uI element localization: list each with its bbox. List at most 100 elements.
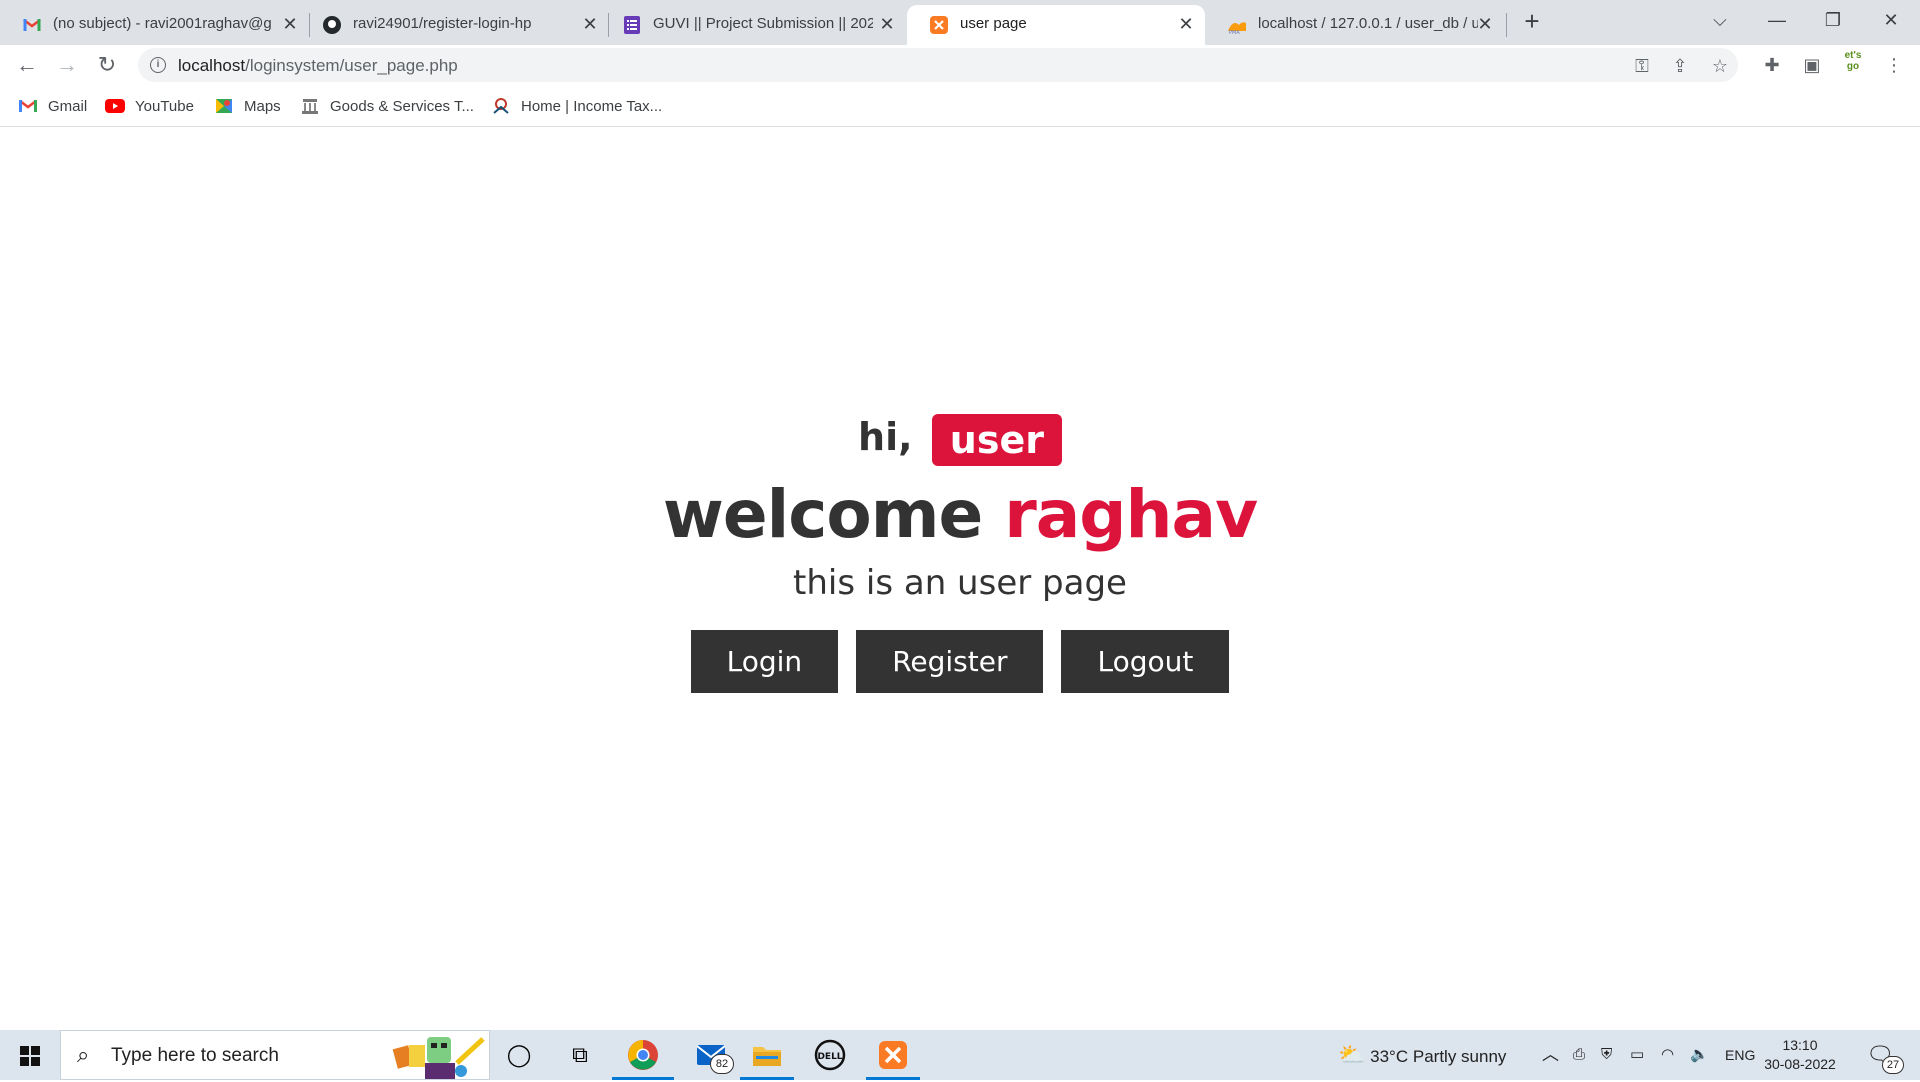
greeting-line: hi, user [0,408,1920,466]
action-buttons: Login Register Logout [0,630,1920,693]
tab-phpmyadmin[interactable]: PMA localhost / 127.0.0.1 / user_db / u … [1205,5,1505,45]
weather-condition: Partly sunny [1412,1047,1507,1066]
extensions-icon[interactable]: ✚ [1760,53,1784,77]
notification-badge: 27 [1882,1056,1904,1074]
svg-text:PMA: PMA [1229,30,1240,35]
share-icon[interactable]: ⇪ [1668,54,1692,78]
window-close-icon[interactable]: ✕ [1871,6,1911,34]
income-tax-icon [493,98,509,114]
cortana-icon[interactable]: ◯ [502,1038,536,1072]
profile-label: et's go [1844,50,1862,72]
address-bar[interactable]: i localhost/loginsystem/user_page.php ⚿ … [138,48,1738,82]
login-button[interactable]: Login [690,630,839,693]
username: raghav [1004,476,1258,553]
clock-date: 30-08-2022 [1764,1056,1836,1072]
key-icon[interactable]: ⚿ [1630,54,1654,78]
github-icon [323,16,341,34]
task-view-icon[interactable]: ⧉ [563,1038,597,1072]
taskbar-search[interactable]: ⌕ Type here to search [60,1030,490,1080]
back-icon[interactable]: ← [13,51,41,79]
tab-title: ravi24901/register-login-hp [353,15,532,32]
tab-search-icon[interactable]: ⌵ [1700,6,1740,34]
bookmark-label: Home | Income Tax... [521,97,663,115]
bookmark-label: Gmail [48,97,88,115]
bookmark-star-icon[interactable]: ☆ [1708,54,1732,78]
tab-gmail[interactable]: (no subject) - ravi2001raghav@g ✕ [0,5,300,45]
windows-start-icon[interactable] [12,1042,48,1070]
welcome-word: welcome [662,476,983,553]
youtube-icon [105,99,125,113]
forward-icon[interactable]: → [53,51,81,79]
bookmark-label: YouTube [135,97,194,115]
search-icon: ⌕ [77,1042,90,1067]
bookmark-label: Goods & Services T... [330,97,474,115]
reload-icon[interactable]: ↻ [93,51,121,79]
menu-icon[interactable]: ⋮ [1882,53,1906,77]
profile-avatar[interactable]: et's go [1838,50,1868,80]
file-explorer-icon[interactable] [750,1038,784,1072]
gmail-icon [23,19,41,31]
tab-user-page[interactable]: user page ✕ [907,5,1205,45]
welcome-container: hi, user welcome raghav this is an user … [0,408,1920,693]
security-icon[interactable]: ⛨ [1601,1030,1612,1080]
weather-widget[interactable]: ⛅ 33°C Partly sunny [1338,1030,1506,1080]
weather-temp: 33°C [1370,1047,1409,1066]
close-icon[interactable]: ✕ [877,14,897,34]
search-highlight-art-icon [392,1037,485,1079]
role-badge: user [931,413,1062,466]
web-page: hi, user welcome raghav this is an user … [0,128,1920,1030]
xampp-icon[interactable] [876,1038,910,1072]
show-hidden-icons-icon[interactable]: ︿ [1542,1030,1559,1080]
gst-icon [302,99,318,114]
bookmark-gmail[interactable]: Gmail [18,95,87,117]
address-url[interactable]: localhost/loginsystem/user_page.php [178,56,458,76]
side-panel-icon[interactable]: ▣ [1800,53,1824,77]
bookmark-maps[interactable]: Maps [214,95,281,117]
language-indicator[interactable]: ENG [1725,1030,1755,1080]
new-tab-button[interactable]: + [1520,8,1544,34]
chrome-icon[interactable] [626,1038,660,1072]
clock-time: 13:10 [1782,1037,1818,1053]
bookmark-youtube[interactable]: YouTube [105,95,194,117]
close-icon[interactable]: ✕ [280,14,300,34]
xampp-icon [930,16,948,34]
battery-icon[interactable]: ▭ [1630,1030,1644,1080]
wifi-icon[interactable]: ◠ [1661,1030,1674,1080]
bookmark-gst[interactable]: Goods & Services T... [300,95,474,117]
restore-icon[interactable]: ❐ [1813,6,1853,34]
clock[interactable]: 13:10 30-08-2022 [1760,1036,1840,1074]
volume-icon[interactable]: 🔈 [1690,1030,1709,1080]
register-button[interactable]: Register [856,630,1044,693]
search-placeholder: Type here to search [111,1045,279,1066]
mail-icon[interactable]: 82 [690,1038,734,1074]
info-icon[interactable]: i [150,57,166,73]
close-icon[interactable]: ✕ [1176,14,1196,34]
svg-text:DELL: DELL [817,1052,842,1062]
bookmark-income-tax[interactable]: Home | Income Tax... [491,95,662,117]
tab-github[interactable]: ravi24901/register-login-hp ✕ [300,5,600,45]
windows-taskbar: ⌕ Type here to search ◯ ⧉ 82 DELL ⛅ 33°C… [0,1030,1920,1080]
forms-icon [624,16,640,34]
tab-guvi[interactable]: GUVI || Project Submission || 202 ✕ [600,5,905,45]
minimize-icon[interactable]: — [1757,6,1797,34]
tab-strip: (no subject) - ravi2001raghav@g ✕ ravi24… [0,0,1920,45]
dell-icon[interactable]: DELL [813,1038,847,1072]
page-subtitle: this is an user page [793,563,1127,603]
close-icon[interactable]: ✕ [580,14,600,34]
tab-title: GUVI || Project Submission || 202 [653,15,873,32]
logout-button[interactable]: Logout [1061,630,1230,693]
close-icon[interactable]: ✕ [1475,14,1495,34]
meet-now-icon[interactable]: ⎙ [1573,1030,1585,1080]
browser-toolbar: ← → ↻ i localhost/loginsystem/user_page.… [0,45,1920,85]
url-host: localhost [178,56,246,75]
tab-title: (no subject) - ravi2001raghav@g [53,15,272,32]
gmail-icon [19,100,37,112]
url-path: /loginsystem/user_page.php [245,56,458,75]
bookmark-label: Maps [244,97,281,115]
bookmarks-bar: Gmail YouTube Maps Goods & Services T...… [0,85,1920,127]
notification-center-icon[interactable]: 🗨 27 [1866,1030,1904,1080]
partly-sunny-icon: ⛅ [1338,1042,1366,1067]
greeting-text: hi, [858,415,913,459]
phpmyadmin-icon: PMA [1228,22,1246,35]
maps-icon [216,99,232,113]
